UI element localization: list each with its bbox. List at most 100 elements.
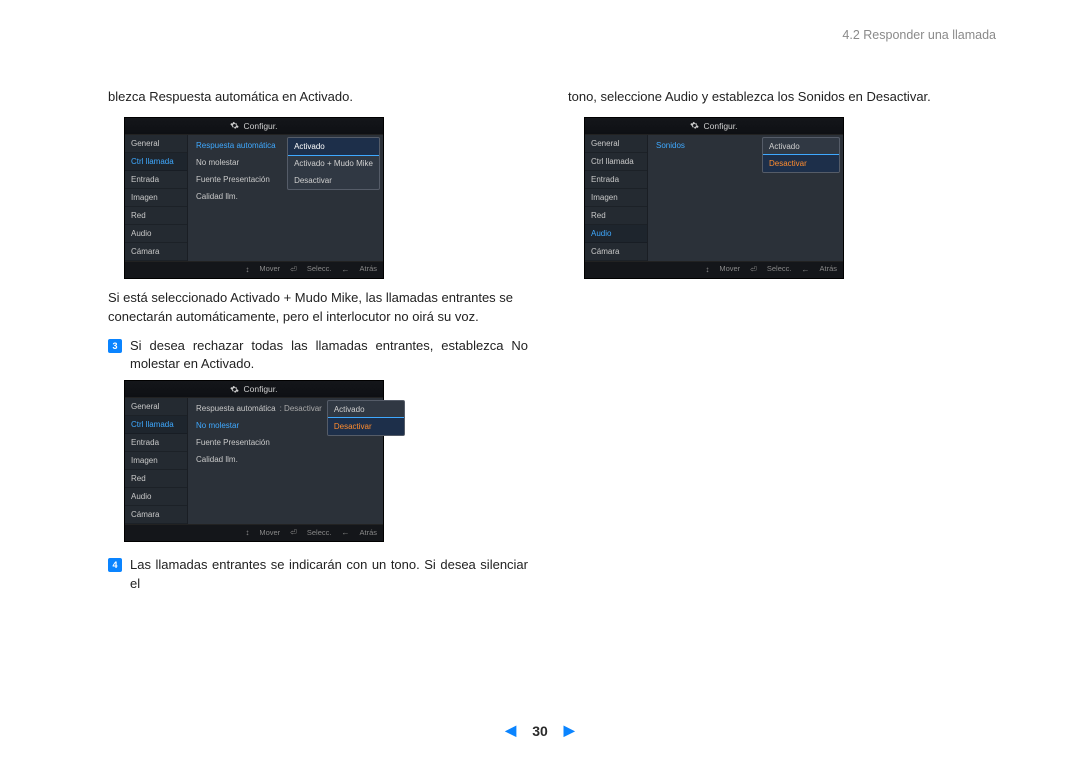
setting-item[interactable]: Calidad llm. (194, 451, 324, 468)
popup-option[interactable]: Activado + Mudo Mike (288, 155, 379, 172)
footer-mover: Mover (259, 264, 280, 275)
sidebar-item[interactable]: Entrada (585, 171, 647, 189)
sidebar-item[interactable]: General (125, 398, 187, 416)
footer-atras: Atrás (359, 528, 377, 539)
sidebar-item[interactable]: Cámara (125, 506, 187, 524)
back-icon: ← (341, 527, 349, 539)
sidebar-item[interactable]: Entrada (125, 434, 187, 452)
next-page-button[interactable]: ▶ (564, 722, 575, 739)
osd-midcol: Respuesta automática: DesactivarNo moles… (188, 398, 324, 524)
osd-sidebar: GeneralCtrl llamadaEntradaImagenRedAudio… (125, 135, 188, 261)
enter-icon: ⏎ (290, 527, 297, 539)
osd-titlebar: Configur. (125, 381, 383, 398)
osd-title-text: Configur. (703, 120, 737, 132)
gear-icon (690, 121, 699, 130)
sidebar-item[interactable]: General (125, 135, 187, 153)
page-number: 30 (532, 723, 548, 739)
left-column: blezca Respuesta automática en Activado.… (108, 88, 528, 600)
footer-selecc: Selecc. (767, 264, 792, 275)
step-3-text: Si desea rechazar todas las llamadas ent… (130, 337, 528, 375)
sidebar-item[interactable]: Cámara (585, 243, 647, 261)
footer-atras: Atrás (359, 264, 377, 275)
step-badge-3: 3 (108, 339, 122, 353)
prev-page-button[interactable]: ◀ (505, 722, 516, 739)
popup-option[interactable]: Activado (287, 137, 380, 156)
popup-option[interactable]: Desactivar (327, 417, 405, 436)
sidebar-item[interactable]: Audio (125, 225, 187, 243)
footer-mover: Mover (259, 528, 280, 539)
popup-option[interactable]: Activado (328, 401, 404, 418)
setting-item[interactable]: Fuente Presentación (194, 434, 324, 451)
intro-right: tono, seleccione Audio y establezca los … (568, 88, 988, 107)
step-badge-4: 4 (108, 558, 122, 572)
popup-option[interactable]: Activado (763, 138, 839, 155)
sidebar-item[interactable]: Imagen (585, 189, 647, 207)
screenshot-1: Configur. GeneralCtrl llamadaEntradaImag… (124, 117, 384, 279)
osd-sidebar: GeneralCtrl llamadaEntradaImagenRedAudio… (125, 398, 188, 524)
sidebar-item[interactable]: Ctrl llamada (125, 153, 187, 171)
setting-item[interactable]: Calidad llm. (194, 188, 284, 205)
content-columns: blezca Respuesta automática en Activado.… (0, 28, 1080, 600)
osd-footer: ↕ Mover ⏎ Selecc. ← Atrás (125, 524, 383, 541)
screenshot-2: Configur. GeneralCtrl llamadaEntradaImag… (124, 380, 384, 542)
sidebar-item[interactable]: Red (125, 470, 187, 488)
osd-body: GeneralCtrl llamadaEntradaImagenRedAudio… (125, 135, 383, 261)
right-column: tono, seleccione Audio y establezca los … (568, 88, 988, 600)
popup-option[interactable]: Desactivar (288, 172, 379, 189)
osd-midcol: Respuesta automáticaNo molestarFuente Pr… (188, 135, 284, 261)
back-icon: ← (341, 264, 349, 276)
setting-item[interactable]: Respuesta automática (194, 137, 284, 154)
setting-item[interactable]: Sonidos (654, 137, 759, 154)
gear-icon (230, 121, 239, 130)
enter-icon: ⏎ (290, 264, 297, 276)
popup-option[interactable]: Desactivar (762, 154, 840, 173)
sidebar-item[interactable]: Cámara (125, 243, 187, 261)
osd-midcol: Sonidos (648, 135, 759, 261)
step-3: 3 Si desea rechazar todas las llamadas e… (108, 337, 528, 375)
sidebar-item[interactable]: Ctrl llamada (125, 416, 187, 434)
osd-title-text: Configur. (243, 120, 277, 132)
footer-selecc: Selecc. (307, 264, 332, 275)
sidebar-item[interactable]: Imagen (125, 452, 187, 470)
osd-popup: ActivadoDesactivar (324, 398, 408, 524)
sidebar-item[interactable]: Red (585, 207, 647, 225)
osd-titlebar: Configur. (125, 118, 383, 135)
note-mudomike: Si está seleccionado Activado + Mudo Mik… (108, 289, 528, 327)
updown-icon: ↕ (705, 264, 709, 276)
step-4-text: Las llamadas entrantes se indicarán con … (130, 556, 528, 594)
osd-sidebar: GeneralCtrl llamadaEntradaImagenRedAudio… (585, 135, 648, 261)
sidebar-item[interactable]: Imagen (125, 189, 187, 207)
enter-icon: ⏎ (750, 264, 757, 276)
footer-mover: Mover (719, 264, 740, 275)
osd-footer: ↕ Mover ⏎ Selecc. ← Atrás (125, 261, 383, 278)
breadcrumb: 4.2 Responder una llamada (842, 28, 996, 42)
sidebar-item[interactable]: Audio (125, 488, 187, 506)
setting-item[interactable]: No molestar (194, 417, 324, 434)
sidebar-item[interactable]: Ctrl llamada (585, 153, 647, 171)
updown-icon: ↕ (245, 264, 249, 276)
gear-icon (230, 385, 239, 394)
setting-value: : Desactivar (280, 404, 322, 413)
setting-item[interactable]: Respuesta automática: Desactivar (194, 400, 324, 417)
sidebar-item[interactable]: Red (125, 207, 187, 225)
pager: ◀ 30 ▶ (0, 722, 1080, 739)
sidebar-item[interactable]: Audio (585, 225, 647, 243)
osd-body: GeneralCtrl llamadaEntradaImagenRedAudio… (125, 398, 383, 524)
screenshot-3: Configur. GeneralCtrl llamadaEntradaImag… (584, 117, 844, 279)
updown-icon: ↕ (245, 527, 249, 539)
back-icon: ← (801, 264, 809, 276)
setting-item[interactable]: Fuente Presentación (194, 171, 284, 188)
osd-footer: ↕ Mover ⏎ Selecc. ← Atrás (585, 261, 843, 278)
intro-left: blezca Respuesta automática en Activado. (108, 88, 528, 107)
step-4: 4 Las llamadas entrantes se indicarán co… (108, 556, 528, 594)
sidebar-item[interactable]: Entrada (125, 171, 187, 189)
osd-body: GeneralCtrl llamadaEntradaImagenRedAudio… (585, 135, 843, 261)
setting-item[interactable]: No molestar (194, 154, 284, 171)
osd-title-text: Configur. (243, 383, 277, 395)
osd-titlebar: Configur. (585, 118, 843, 135)
footer-atras: Atrás (819, 264, 837, 275)
sidebar-item[interactable]: General (585, 135, 647, 153)
osd-popup: ActivadoDesactivar (759, 135, 843, 261)
footer-selecc: Selecc. (307, 528, 332, 539)
page-root: 4.2 Responder una llamada blezca Respues… (0, 0, 1080, 763)
